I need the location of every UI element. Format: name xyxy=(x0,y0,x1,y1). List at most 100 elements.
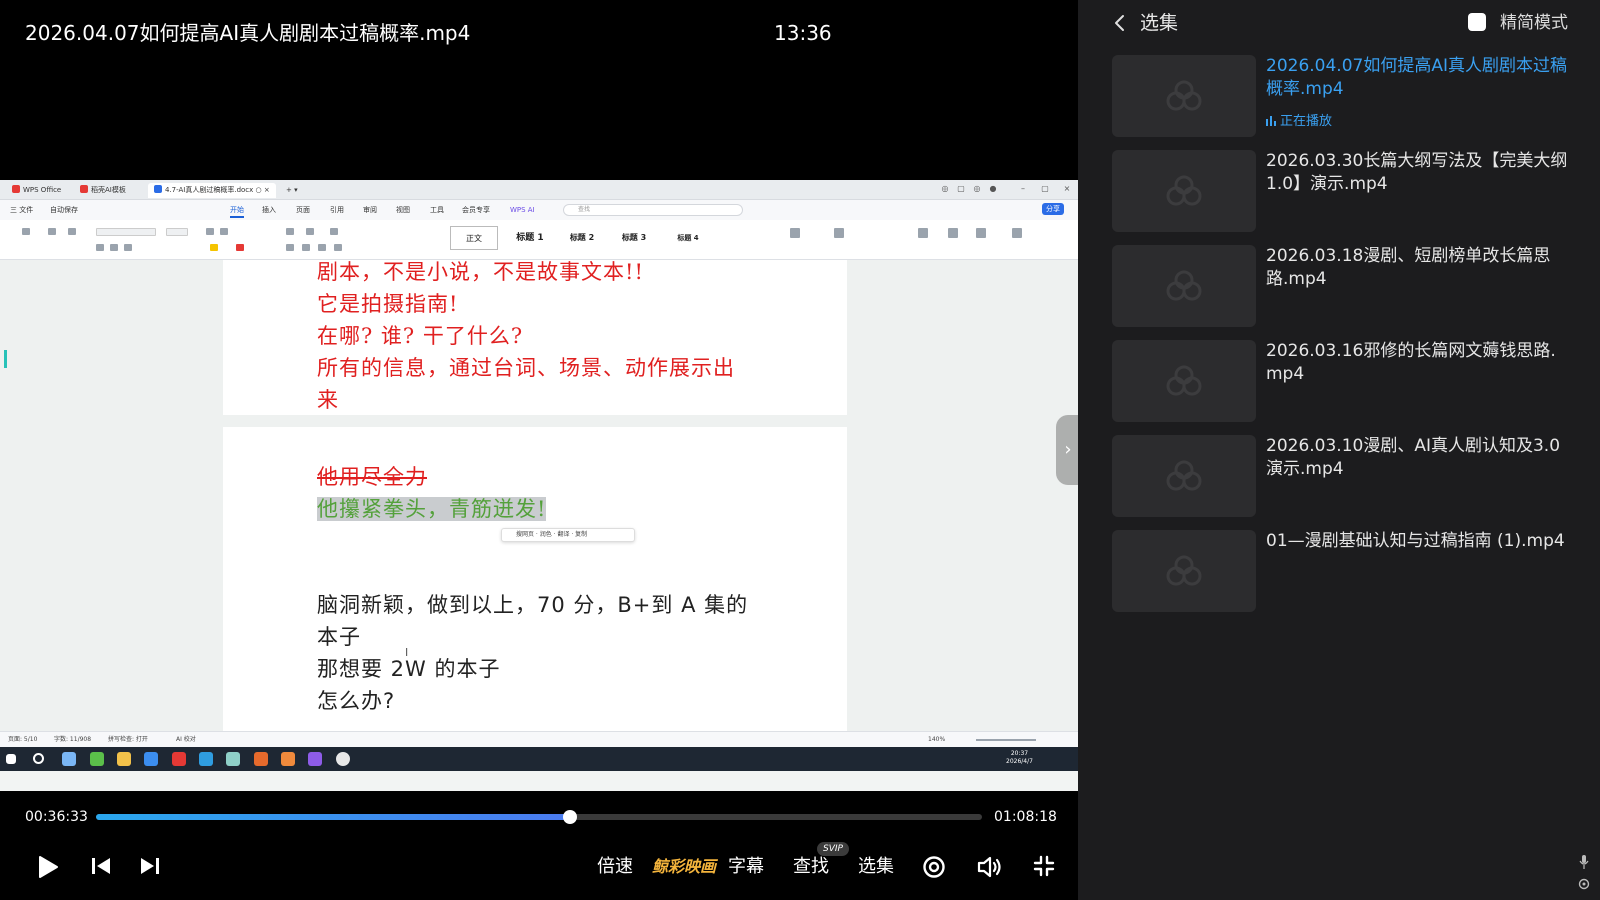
taskbar-app-icon xyxy=(226,752,240,766)
style-heading-3: 标题 3 xyxy=(621,233,647,242)
back-chevron-icon[interactable] xyxy=(1112,14,1128,32)
doc-deleted-line: 他用尽全力 xyxy=(317,465,427,489)
search-button[interactable]: 查找 xyxy=(793,856,829,878)
episodes-button[interactable]: 选集 xyxy=(858,856,894,878)
wps-ribbon: 正文 标题 1 标题 2 标题 3 标题 4 xyxy=(0,220,1078,260)
doc-line: 本子 xyxy=(317,625,361,649)
wps-tab-template: 稻壳AI模板 xyxy=(74,183,132,198)
highlight-icon xyxy=(210,244,218,251)
wps-menu-start: 开始 xyxy=(230,204,244,218)
taskbar-folder-icon xyxy=(117,752,131,766)
episode-item[interactable]: 01—漫剧基础认知与过稿指南 (1).mp4 xyxy=(1112,530,1565,612)
episode-item[interactable]: 2026.04.07如何提高AI真人剧剧本过稿概率.mp4 正在播放 xyxy=(1112,55,1567,137)
episode-thumbnail xyxy=(1112,435,1256,517)
wps-status-bar: 页面: 5/10 字数: 11/908 拼写检查: 打开 AI 校对 140% xyxy=(0,731,1078,747)
now-playing-label: 正在播放 xyxy=(1266,113,1332,131)
previous-button[interactable] xyxy=(88,853,114,879)
volume-button[interactable] xyxy=(976,854,1004,880)
wps-menu-vip: 会员专享 xyxy=(462,206,490,214)
speed-button[interactable]: 倍速 xyxy=(597,856,633,878)
ribbon-icon xyxy=(976,228,986,238)
wps-menu-page: 页面 xyxy=(296,206,310,214)
sidebar-title: 选集 xyxy=(1140,12,1179,34)
doc-line: 来 xyxy=(317,388,339,412)
skip-next-icon xyxy=(141,858,159,874)
exit-fullscreen-button[interactable] xyxy=(1032,854,1056,878)
doc-line: 所有的信息，通过台词、场景、动作展示出 xyxy=(317,356,735,380)
volume-icon xyxy=(977,856,1001,878)
thumbnail-placeholder-icon xyxy=(1166,270,1202,301)
style-heading-2: 标题 2 xyxy=(569,233,595,242)
ribbon-icon xyxy=(220,228,228,235)
episode-title: 2026.03.10漫剧、AI真人剧认知及3.0演示.mp4 xyxy=(1266,436,1561,479)
wps-menu-ai: WPS AI xyxy=(510,206,535,214)
status-ai-proof: AI 校对 xyxy=(176,736,196,743)
doc-line: 在哪? 谁? 干了什么? xyxy=(317,324,524,348)
document-page-2: 他用尽全力 他攥紧拳头，青筋迸发! 搜网页 · 润色 · 翻译 · 复制 脑洞新… xyxy=(223,427,847,731)
subtitles-button[interactable]: 字幕 xyxy=(728,856,764,878)
font-name-box xyxy=(96,228,156,236)
episode-thumbnail xyxy=(1112,245,1256,327)
wps-menu-review: 审阅 xyxy=(363,206,377,214)
wps-menu-file: 三 文件 xyxy=(10,206,34,214)
wps-search-box: 查找 xyxy=(563,204,743,216)
play-button[interactable] xyxy=(34,853,62,881)
wps-icon-c: ◎ xyxy=(973,184,981,193)
simple-mode-label[interactable]: 精简模式 xyxy=(1500,11,1568,35)
document-canvas: 剧本，不是小说，不是故事文本!! 它是拍摄指南! 在哪? 谁? 干了什么? 所有… xyxy=(0,260,1078,731)
windows-start-icon xyxy=(6,754,16,764)
video-area[interactable]: 2026.04.07如何提高AI真人剧剧本过稿概率.mp4 13:36 WPS … xyxy=(0,0,1078,900)
system-clock: 13:36 xyxy=(774,21,832,45)
list-icon xyxy=(306,228,314,235)
play-icon xyxy=(39,856,58,878)
episode-title: 2026.03.16邪修的长篇网文薅钱思路.mp4 xyxy=(1266,341,1556,384)
wps-avatar-icon: ● xyxy=(989,184,997,193)
doc-line: 那想要 2W 的本子 xyxy=(317,657,501,681)
wps-new-tab-icon: + ▾ xyxy=(286,186,298,194)
episode-title: 2026.03.18漫剧、短剧榜单改长篇思路.mp4 xyxy=(1266,246,1551,289)
align-icon xyxy=(286,244,294,251)
style-set-icon xyxy=(790,228,800,238)
wps-menu-bar: 三 文件 自动保存 开始 插入 页面 引用 审阅 视图 工具 会员专享 WPS … xyxy=(0,200,1078,220)
cast-icon xyxy=(923,856,945,878)
align-icon xyxy=(302,244,310,251)
thumbnail-placeholder-icon xyxy=(1166,175,1202,206)
episode-thumbnail xyxy=(1112,530,1256,612)
settings-icon[interactable] xyxy=(1578,878,1590,890)
cast-button[interactable] xyxy=(921,854,947,880)
next-button[interactable] xyxy=(137,853,163,879)
chevron-right-icon: › xyxy=(1064,439,1072,460)
document-page-1: 剧本，不是小说，不是故事文本!! 它是拍摄指南! 在哪? 谁? 干了什么? 所有… xyxy=(223,260,847,415)
thumbnail-placeholder-icon xyxy=(1166,555,1202,586)
status-zoom: 140% xyxy=(928,736,946,743)
equalizer-icon xyxy=(1266,116,1276,126)
progress-bar[interactable] xyxy=(96,810,982,824)
wps-menu-view: 视图 xyxy=(396,206,410,214)
brand-filter-button[interactable]: 鲸彩映画 xyxy=(652,856,716,878)
list-icon xyxy=(286,228,294,235)
microphone-icon[interactable] xyxy=(1578,855,1590,869)
taskbar-app-icon xyxy=(62,752,76,766)
thumbnail-placeholder-icon xyxy=(1166,80,1202,111)
progress-thumb[interactable] xyxy=(563,810,577,824)
status-words: 字数: 11/908 xyxy=(54,736,92,743)
collapse-sidebar-handle[interactable]: › xyxy=(1056,415,1080,485)
simple-mode-checkbox[interactable] xyxy=(1468,13,1486,31)
status-page: 页面: 5/10 xyxy=(8,736,38,743)
taskbar-clock: 20:37 2026/4/7 xyxy=(1006,750,1033,765)
ribbon-icon xyxy=(948,228,958,238)
thumbnail-placeholder-icon xyxy=(1166,365,1202,396)
episode-item[interactable]: 2026.03.18漫剧、短剧榜单改长篇思路.mp4 xyxy=(1112,245,1562,327)
total-duration: 01:08:18 xyxy=(994,809,1057,825)
episode-item[interactable]: 2026.03.30长篇大纲写法及【完美大纲1.0】演示.mp4 xyxy=(1112,150,1567,232)
ribbon-icon xyxy=(68,228,76,235)
thumbnail-placeholder-icon xyxy=(1166,460,1202,491)
doc-inserted-line: 他攥紧拳头，青筋迸发! xyxy=(317,497,547,521)
episode-item[interactable]: 2026.03.10漫剧、AI真人剧认知及3.0演示.mp4 xyxy=(1112,435,1562,517)
video-title: 2026.04.07如何提高AI真人剧剧本过稿概率.mp4 xyxy=(25,21,471,45)
wps-menu-autosave: 自动保存 xyxy=(50,206,78,214)
taskbar-app-icon xyxy=(308,752,322,766)
episode-item[interactable]: 2026.03.16邪修的长篇网文薅钱思路.mp4 xyxy=(1112,340,1562,422)
wps-menu-tools: 工具 xyxy=(430,206,444,214)
zoom-slider xyxy=(976,739,1036,741)
